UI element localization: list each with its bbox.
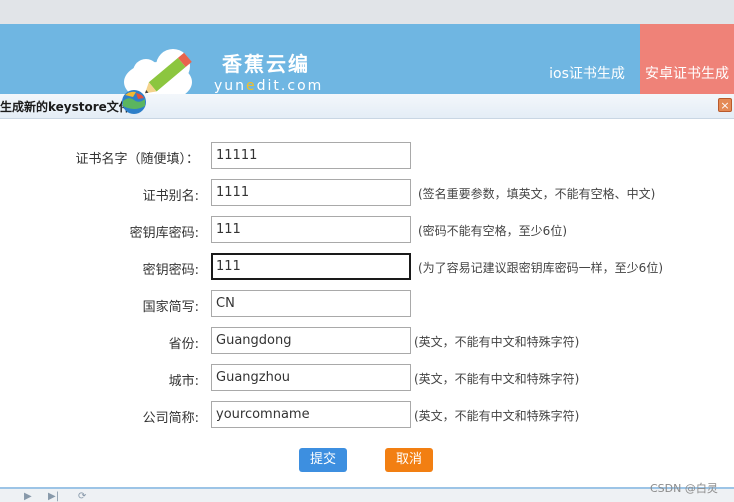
browser-top-strip [0, 0, 734, 24]
alias-hint: (签名重要参数，填英文，不能有空格、中文) [418, 187, 656, 201]
dialog-globe-icon [122, 90, 146, 114]
country-input[interactable] [211, 290, 411, 317]
key-password-input[interactable] [211, 253, 411, 280]
logo-sub-accent: e [246, 78, 257, 94]
submit-button[interactable]: 提交 [299, 448, 347, 472]
form-row-alias: 证书别名: (签名重要参数，填英文，不能有空格、中文) [0, 179, 734, 206]
company-hint: (英文，不能有中文和特殊字符) [414, 409, 580, 423]
dialog-title: 生成新的keystore文件 [0, 100, 131, 114]
cancel-button[interactable]: 取消 [385, 448, 433, 472]
province-hint: (英文，不能有中文和特殊字符) [414, 335, 580, 349]
form-row-key-password: 密钥密码: (为了容易记建议跟密钥库密码一样，至少6位) [0, 253, 734, 280]
tab-ios-cert[interactable]: ios证书生成 [535, 24, 639, 94]
field-label-key-password: 密钥密码: [142, 263, 199, 278]
keystore-password-input[interactable] [211, 216, 411, 243]
field-label-city: 城市: [168, 374, 199, 389]
field-label-country: 国家简写: [142, 300, 199, 315]
form-row-company: 公司简称: (英文，不能有中文和特殊字符) [0, 401, 734, 428]
logo-subtitle: yunedit.com [214, 78, 323, 94]
field-label-keystore-password: 密钥库密码: [129, 226, 199, 241]
form-row-keystore-password: 密钥库密码: (密码不能有空格，至少6位) [0, 216, 734, 243]
province-input[interactable] [211, 327, 411, 354]
dialog-titlebar[interactable]: 生成新的keystore文件 [0, 94, 734, 119]
company-input[interactable] [211, 401, 411, 428]
alias-input[interactable] [211, 179, 411, 206]
logo-sub-part: dit.com [256, 78, 324, 94]
field-label-company: 公司简称: [142, 411, 199, 426]
pager-toolbar: ▶ ▶| ⟳ [0, 487, 734, 502]
city-input[interactable] [211, 364, 411, 391]
logo-title: 香蕉云编 [222, 52, 310, 76]
cert-name-input[interactable] [211, 142, 411, 169]
form-row-country: 国家简写: [0, 290, 734, 317]
logo-cloud-icon [124, 49, 192, 94]
keystore-password-hint: (密码不能有空格，至少6位) [418, 224, 567, 238]
form-row-city: 城市: (英文，不能有中文和特殊字符) [0, 364, 734, 391]
csdn-watermark: CSDN @白灵 [650, 482, 718, 495]
field-label-province: 省份: [168, 337, 199, 352]
form-row-cert-name: 证书名字（随便填）： [0, 142, 734, 169]
field-label-alias: 证书别名: [142, 189, 199, 204]
logo-sub-part: yun [214, 78, 247, 94]
tab-android-cert[interactable]: 安卓证书生成 [640, 24, 734, 94]
pager-last-icon[interactable]: ▶| [48, 491, 59, 502]
field-label-cert-name: 证书名字（随便填）： [75, 152, 199, 167]
form-row-province: 省份: (英文，不能有中文和特殊字符) [0, 327, 734, 354]
key-password-hint: (为了容易记建议跟密钥库密码一样，至少6位) [418, 261, 663, 275]
pager-next-icon[interactable]: ▶ [24, 491, 32, 502]
dialog-close-button[interactable]: × [718, 98, 732, 112]
refresh-icon[interactable]: ⟳ [78, 491, 86, 502]
city-hint: (英文，不能有中文和特殊字符) [414, 372, 580, 386]
